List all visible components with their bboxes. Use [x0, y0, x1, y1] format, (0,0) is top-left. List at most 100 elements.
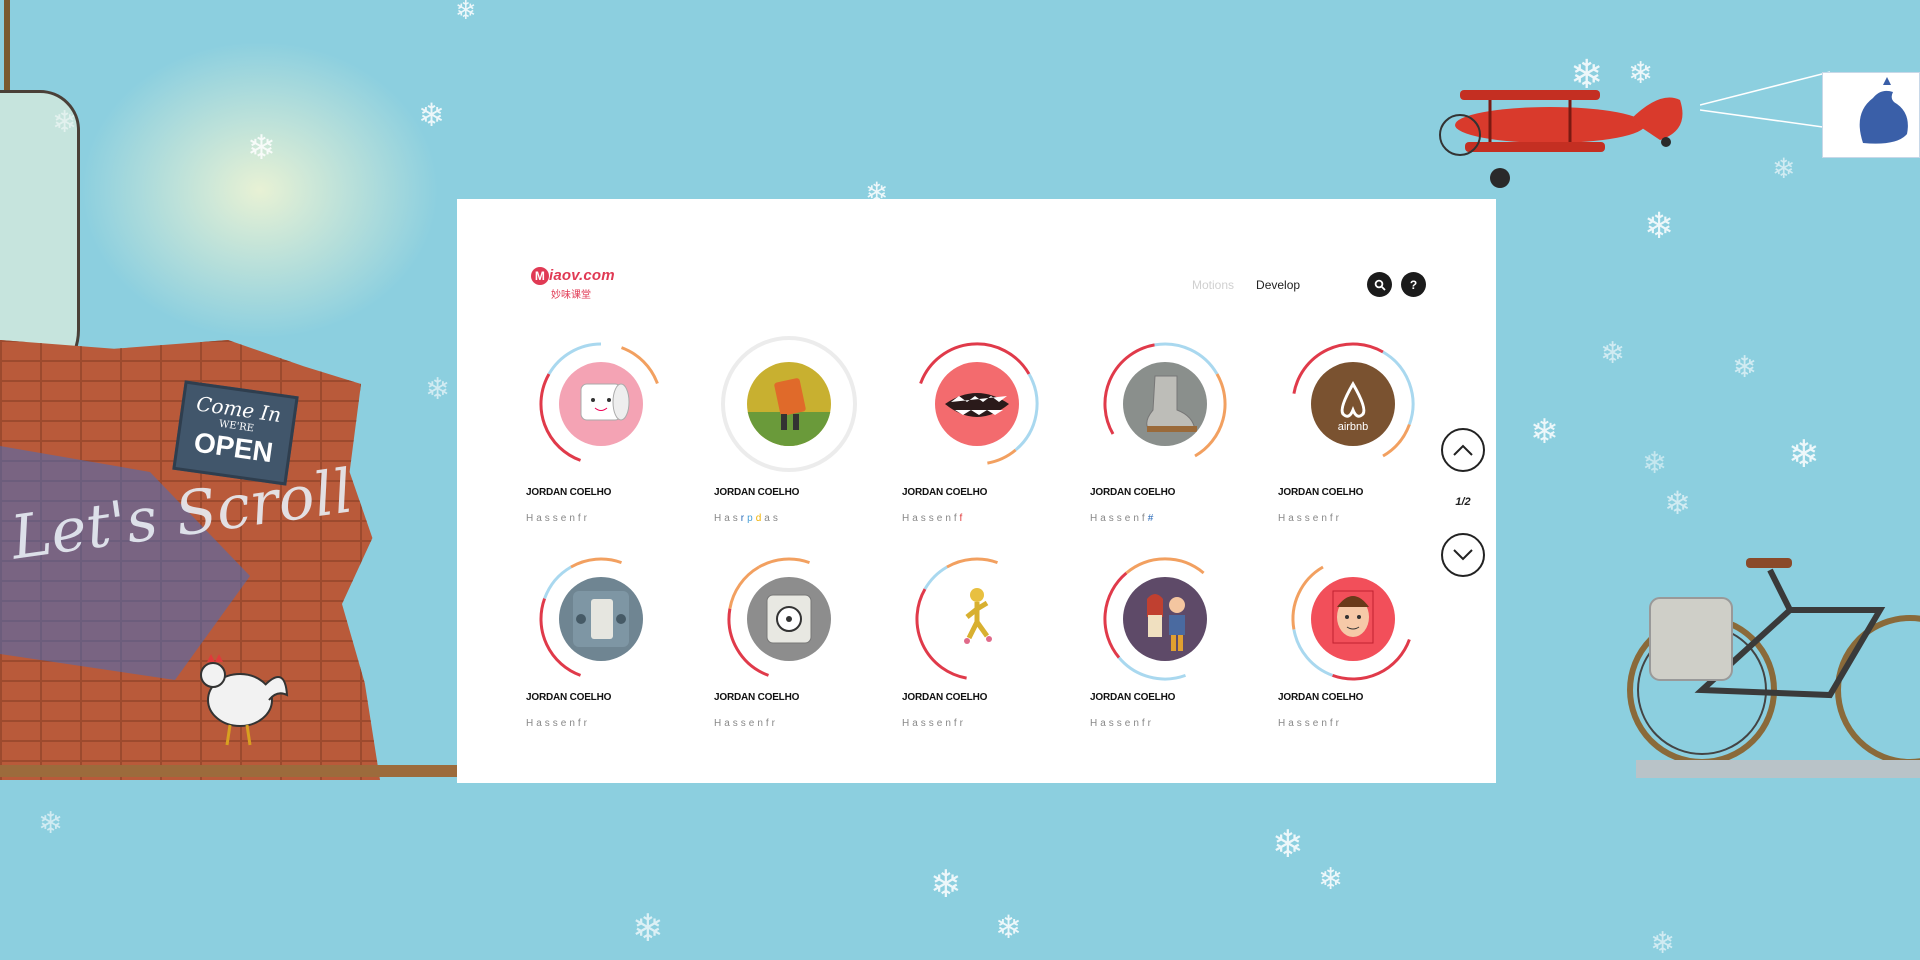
progress-ring-segment — [570, 557, 623, 569]
progress-ring-segment — [1014, 373, 1039, 452]
tile-subtitle: Hassenfr — [714, 718, 779, 729]
snowflake-icon: ❄ — [1318, 862, 1344, 897]
progress-ring-segment — [987, 448, 1017, 465]
gadget-icon — [573, 591, 629, 647]
portfolio-card: Miaov.com 妙味课堂 Motions Develop ? JORDAN … — [457, 199, 1496, 783]
snowflake-icon: ❄ — [38, 806, 64, 841]
help-button[interactable]: ? — [1401, 272, 1426, 297]
chevron-up-icon — [1453, 444, 1473, 456]
progress-ring-segment — [923, 565, 948, 590]
airbnb-icon: airbnb — [1338, 381, 1369, 433]
rooster-icon — [1859, 77, 1908, 144]
top-nav: Motions Develop — [1192, 278, 1300, 292]
tile-name: JORDAN COELHO — [1090, 692, 1176, 703]
snowflake-icon: ❄ — [52, 105, 78, 140]
tile-avatar — [1311, 577, 1395, 661]
progress-ring-segment — [1125, 557, 1205, 575]
tile-avatar — [935, 362, 1019, 446]
toilet-paper-icon — [580, 383, 630, 421]
tile-subtitle: Hasrpdas — [714, 513, 781, 524]
runner-icon — [964, 588, 992, 644]
snowflake-icon: ❄ — [1732, 350, 1758, 385]
portfolio-tile[interactable]: JORDAN COELHO Hassenfr — [1090, 544, 1240, 744]
mouth-icon — [945, 393, 1009, 417]
search-button[interactable] — [1367, 272, 1392, 297]
biplane-icon — [1439, 90, 1683, 188]
portfolio-tile[interactable]: JORDAN COELHO Hassenfr — [714, 544, 864, 744]
airbnb-label: airbnb — [1338, 421, 1369, 433]
portfolio-tile[interactable]: JORDAN COELHO Hassenfr — [526, 544, 676, 744]
lamp-glow — [80, 40, 440, 340]
tile-subtitle: Hassenf# — [1090, 513, 1157, 524]
snowflake-icon: ❄ — [455, 0, 477, 26]
nav-item-develop[interactable]: Develop — [1256, 278, 1300, 292]
progress-ring-segment — [946, 557, 999, 569]
nav-item-motions[interactable]: Motions — [1192, 278, 1234, 292]
snowflake-icon: ❄ — [425, 372, 451, 407]
face-icon — [1332, 590, 1374, 644]
tile-avatar — [1123, 577, 1207, 661]
progress-ring-segment — [1117, 656, 1187, 681]
tile-avatar — [747, 362, 831, 446]
portfolio-tile[interactable]: airbnb JORDAN COELHO Hassenfr — [1278, 329, 1428, 529]
snowflake-icon: ❄ — [1788, 432, 1820, 476]
snowflake-icon: ❄ — [1530, 412, 1559, 452]
snowflake-icon: ❄ — [247, 128, 276, 168]
tile-subtitle: Hassenfr — [1090, 718, 1155, 729]
tile-avatar — [935, 577, 1019, 661]
ledge — [0, 765, 460, 777]
search-icon — [1374, 279, 1386, 291]
dancing-robot-icon — [747, 378, 831, 446]
snowflake-icon: ❄ — [1650, 926, 1676, 960]
tile-subtitle: Hassenfr — [526, 513, 591, 524]
tile-name: JORDAN COELHO — [902, 692, 988, 703]
site-logo[interactable]: Miaov.com 妙味课堂 — [531, 267, 621, 301]
portfolio-tile[interactable]: JORDAN COELHO Hassenff — [902, 329, 1052, 529]
tile-avatar — [559, 577, 643, 661]
snowflake-icon: ❄ — [930, 862, 962, 906]
snowflake-icon: ❄ — [1644, 206, 1675, 247]
tile-subtitle: Hassenfr — [902, 718, 967, 729]
tile-name: JORDAN COELHO — [1278, 487, 1364, 498]
snowflake-icon: ❄ — [1600, 336, 1626, 371]
snowflake-icon: ❄ — [1642, 446, 1668, 481]
logo-badge: M — [531, 267, 549, 285]
snowflake-icon: ❄ — [632, 906, 664, 950]
pager-up-button[interactable] — [1441, 428, 1485, 472]
rooster-banner — [1822, 72, 1920, 158]
couple-icon — [1147, 594, 1185, 651]
page-indicator: 1/2 — [1455, 496, 1471, 508]
chevron-down-icon — [1453, 549, 1473, 561]
snowflake-icon: ❄ — [1772, 152, 1796, 185]
lamp-cord — [4, 0, 10, 90]
bicycle-icon — [1627, 558, 1920, 765]
portfolio-tile[interactable]: JORDAN COELHO Hasrpdas — [714, 329, 864, 529]
tile-name: JORDAN COELHO — [714, 692, 800, 703]
tile-subtitle: Hassenfr — [1278, 718, 1343, 729]
portfolio-tile[interactable]: JORDAN COELHO Hassenfr — [902, 544, 1052, 744]
tile-subtitle: Hassenfr — [1278, 513, 1343, 524]
tile-subtitle: Hassenff — [902, 513, 966, 524]
pager-down-button[interactable] — [1441, 533, 1485, 577]
tile-name: JORDAN COELHO — [1090, 487, 1176, 498]
snowflake-icon: ❄ — [1272, 822, 1304, 866]
tile-avatar — [1123, 362, 1207, 446]
progress-ring-segment — [1382, 423, 1411, 458]
portfolio-tile[interactable]: JORDAN COELHO Hassenfr — [1278, 544, 1428, 744]
snowflake-icon: ❄ — [995, 908, 1022, 946]
portfolio-tile[interactable]: JORDAN COELHO Hassenf# — [1090, 329, 1240, 529]
tile-name: JORDAN COELHO — [526, 692, 612, 703]
portfolio-tile[interactable]: JORDAN COELHO Hassenfr — [526, 329, 676, 529]
tile-avatar — [747, 577, 831, 661]
speaker-icon — [766, 594, 812, 644]
boot-icon — [1146, 375, 1197, 432]
logo-text: Miaov.com — [531, 267, 621, 285]
tile-name: JORDAN COELHO — [714, 487, 800, 498]
bike-stand — [1636, 760, 1920, 778]
tile-avatar: airbnb — [1311, 362, 1395, 446]
logo-main-label: iaov.com — [549, 267, 615, 284]
kite-line — [1700, 71, 1830, 129]
open-sign: Come In WE'RE OPEN — [172, 380, 299, 486]
tile-subtitle: Hassenfr — [526, 718, 591, 729]
tile-name: JORDAN COELHO — [902, 487, 988, 498]
